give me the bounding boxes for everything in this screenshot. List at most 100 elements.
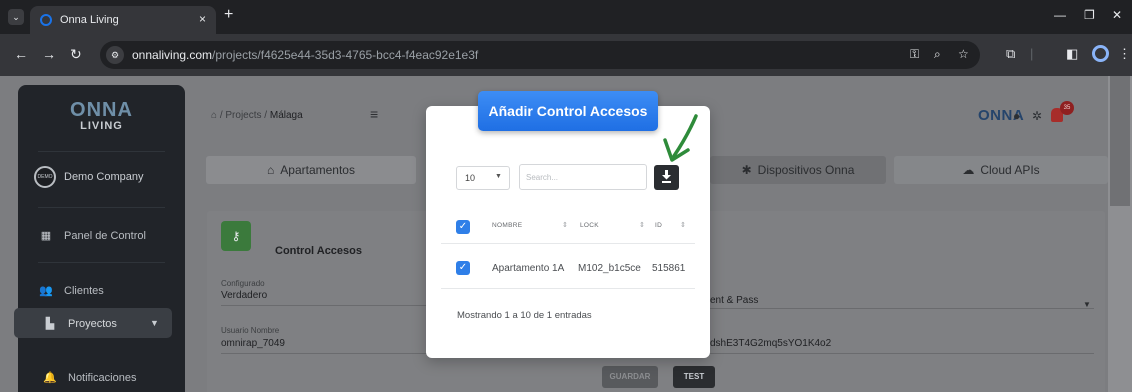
tab-label: Cloud APIs	[980, 163, 1040, 177]
notification-badge: 35	[1060, 101, 1074, 115]
guardar-button[interactable]: GUARDAR	[602, 366, 658, 388]
download-button[interactable]	[654, 165, 679, 190]
home-icon[interactable]: ⌂	[211, 110, 217, 121]
browser-toolbar: ← → ↻ ⚙ onnaliving.com/projects/f4625e44…	[0, 34, 1132, 76]
menu-toggle-icon[interactable]: ≡	[370, 106, 378, 122]
tab-search-button[interactable]: ⌄	[8, 9, 24, 25]
company-selector[interactable]: DEMO Demo Company	[34, 166, 143, 188]
table-info: Mostrando 1 a 10 de 1 entradas	[457, 310, 592, 321]
field-underline	[710, 308, 1094, 309]
bookmark-star-icon[interactable]: ☆	[958, 47, 969, 61]
zoom-icon[interactable]: ⌕	[934, 47, 941, 62]
breadcrumb-current: Málaga	[269, 110, 303, 121]
page-length-value: 10	[465, 173, 476, 183]
site-info-icon[interactable]: ⚙	[106, 46, 124, 64]
sidebar-item-clientes[interactable]: 👥 Clientes	[38, 284, 104, 298]
token-field[interactable]: dshE3T4G2mq5sYO1K4o2	[710, 338, 831, 349]
new-tab-button[interactable]: +	[224, 6, 233, 24]
company-name: Demo Company	[64, 171, 144, 183]
sort-icon[interactable]: ⇕	[562, 221, 568, 229]
logo-wordmark: ONNA	[70, 99, 133, 121]
sidebar-divider	[38, 262, 165, 263]
sidebar-item-panel-de-control[interactable]: ▦ Panel de Control	[38, 229, 146, 243]
toolbar-divider: |	[1030, 46, 1034, 61]
field-underline	[710, 353, 1094, 354]
profile-icon[interactable]	[1092, 45, 1109, 62]
sidebar-item-label: Proyectos	[68, 317, 117, 330]
home-icon: ⌂	[267, 163, 275, 177]
side-panel-icon[interactable]: ◧	[1066, 46, 1078, 62]
extensions-icon[interactable]: ⧉	[1006, 46, 1015, 62]
download-icon	[662, 170, 671, 183]
breadcrumb-separator: /	[264, 110, 268, 121]
sort-icon[interactable]: ⇕	[680, 221, 686, 229]
key-icon: ⚷	[221, 221, 251, 251]
network-icon: ✱	[741, 163, 752, 177]
browser-tabbar: ⌄ Onna Living × + — ❐ ✕	[0, 0, 1132, 34]
tab-cloud-apis[interactable]: ☁ Cloud APIs	[894, 156, 1108, 184]
sidebar-divider	[38, 207, 165, 208]
onna-favicon-icon	[40, 14, 52, 26]
configurado-value[interactable]: Verdadero	[221, 290, 267, 301]
sort-icon[interactable]: ⇕	[639, 221, 645, 229]
sidebar: ONNA LIVING DEMO Demo Company ▦ Panel de…	[18, 85, 185, 392]
tab-close-icon[interactable]: ×	[199, 12, 206, 26]
back-icon[interactable]: ←	[14, 46, 28, 62]
password-key-icon[interactable]: ⚿	[910, 47, 919, 62]
sidebar-item-notificaciones[interactable]: 🔔 Notificaciones	[42, 371, 137, 385]
scrollbar-thumb[interactable]	[1110, 76, 1130, 206]
search-input[interactable]	[519, 164, 647, 190]
cell-lock: M102_b1c5ce	[578, 263, 641, 274]
gear-icon[interactable]: ✲	[1032, 109, 1042, 123]
sidebar-logo[interactable]: ONNA LIVING	[18, 99, 185, 132]
row-checkbox[interactable]: ✓	[456, 261, 470, 275]
forward-icon[interactable]: →	[42, 46, 56, 62]
window-close-icon[interactable]: ✕	[1112, 8, 1122, 22]
users-icon: 👥	[39, 285, 53, 297]
modal-title: Añadir Control Accesos	[478, 91, 658, 131]
tab-dispositivos-onna[interactable]: ✱ Dispositivos Onna	[710, 156, 886, 184]
address-bar[interactable]: ⚙ onnaliving.com/projects/f4625e44-35d3-…	[100, 41, 980, 69]
restore-icon[interactable]: ❐	[1084, 8, 1095, 22]
tab-apartamentos[interactable]: ⌂ Apartamentos	[206, 156, 416, 184]
caret-down-icon: ▼	[495, 173, 502, 180]
user-icon[interactable]: ●	[1013, 109, 1020, 123]
sidebar-divider	[38, 151, 165, 152]
usuario-label: Usuario Nombre	[221, 326, 280, 335]
select-all-checkbox[interactable]: ✓	[456, 220, 470, 234]
field-underline	[221, 353, 429, 354]
chevron-down-icon[interactable]: ▼	[150, 318, 159, 328]
breadcrumb-projects[interactable]: Projects	[225, 110, 261, 121]
sidebar-item-label: Clientes	[64, 284, 104, 297]
table-divider	[441, 288, 695, 289]
minimize-icon[interactable]: —	[1054, 8, 1066, 22]
logo-subtitle: LIVING	[80, 120, 123, 132]
field-underline	[221, 305, 429, 306]
configurado-label: Configurado	[221, 279, 265, 288]
cell-id: 515861	[652, 263, 686, 274]
building-icon: ▙	[45, 318, 55, 330]
column-header-nombre[interactable]: NOMBRE	[492, 222, 522, 229]
column-header-id[interactable]: ID	[655, 222, 662, 229]
reload-icon[interactable]: ↻	[70, 46, 82, 63]
card-title: Control Accesos	[275, 245, 363, 257]
browser-tab[interactable]: Onna Living ×	[30, 6, 216, 34]
test-button[interactable]: TEST	[673, 366, 715, 388]
auth-type-select[interactable]: ent & Pass	[710, 295, 758, 306]
sidebar-item-proyectos-content[interactable]: ▙ Proyectos	[42, 317, 117, 331]
url-host: onnaliving.com	[132, 48, 213, 62]
tab-label: Dispositivos Onna	[757, 163, 855, 177]
page-length-select[interactable]: 10 ▼	[456, 166, 510, 190]
url-path: /projects/f4625e44-35d3-4765-bcc4-f4eac9…	[212, 48, 479, 62]
dashboard-icon: ▦	[40, 230, 52, 242]
sidebar-item-label: Notificaciones	[68, 371, 137, 384]
url-text[interactable]: onnaliving.com/projects/f4625e44-35d3-47…	[132, 48, 478, 62]
usuario-value[interactable]: omnirap_7049	[221, 338, 285, 349]
column-header-lock[interactable]: LOCK	[580, 222, 599, 229]
cloud-icon: ☁	[962, 163, 975, 177]
tab-label: Apartamentos	[280, 163, 355, 177]
browser-menu-icon[interactable]: ⋮	[1118, 46, 1131, 62]
company-avatar: DEMO	[34, 166, 56, 188]
annotation-arrow-icon	[663, 114, 698, 162]
bell-icon: 🔔	[43, 372, 57, 384]
